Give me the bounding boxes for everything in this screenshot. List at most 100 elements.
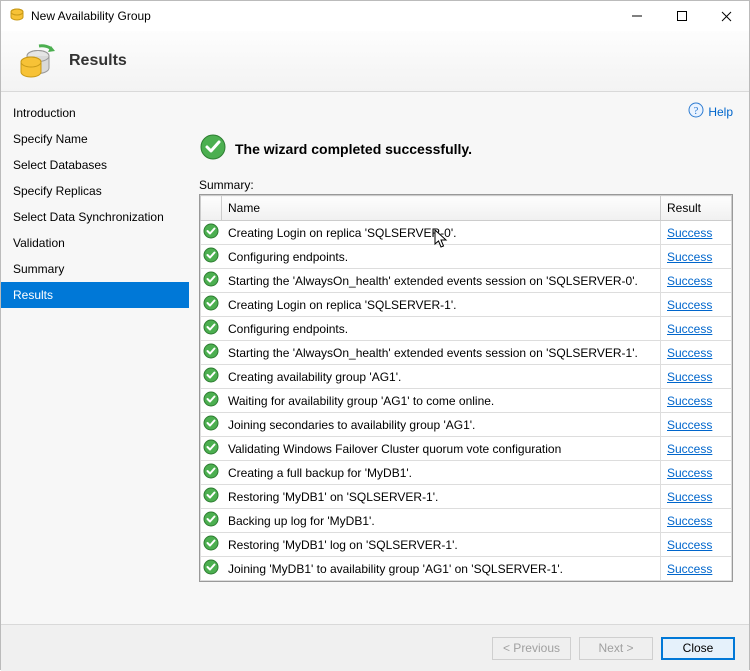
result-link[interactable]: Success [667,466,712,480]
content-panel: ? Help The wizard completed successfully… [189,92,749,624]
table-row[interactable]: Joining secondaries to availability grou… [201,413,732,437]
result-link[interactable]: Success [667,514,712,528]
success-icon [199,133,227,164]
sidebar-item-specify-name[interactable]: Specify Name [1,126,189,152]
table-row[interactable]: Creating availability group 'AG1'. Succes… [201,365,732,389]
check-icon [201,461,222,485]
table-row[interactable]: Backing up log for 'MyDB1'. Success [201,509,732,533]
step-name: Joining secondaries to availability grou… [222,413,661,437]
table-row[interactable]: Joining 'MyDB1' to availability group 'A… [201,557,732,581]
result-link[interactable]: Success [667,442,712,456]
sidebar-item-select-data-synchronization[interactable]: Select Data Synchronization [1,204,189,230]
check-icon [201,533,222,557]
check-icon [201,389,222,413]
table-row[interactable]: Restoring 'MyDB1' log on 'SQLSERVER-1'. S… [201,533,732,557]
sidebar-item-select-databases[interactable]: Select Databases [1,152,189,178]
result-link[interactable]: Success [667,370,712,384]
step-result: Success [661,485,732,509]
result-link[interactable]: Success [667,562,712,576]
step-name: Creating a full backup for 'MyDB1'. [222,461,661,485]
check-icon [201,341,222,365]
check-icon [201,365,222,389]
sidebar-item-validation[interactable]: Validation [1,230,189,256]
step-name: Creating Login on replica 'SQLSERVER-0'. [222,221,661,245]
next-button: Next > [579,637,653,660]
step-result: Success [661,269,732,293]
app-icon [9,7,25,26]
table-row[interactable]: Validating Windows Failover Cluster quor… [201,437,732,461]
step-name: Creating Login on replica 'SQLSERVER-1'. [222,293,661,317]
step-result: Success [661,317,732,341]
result-link[interactable]: Success [667,490,712,504]
table-row[interactable]: Configuring endpoints.Success [201,317,732,341]
sidebar-item-results[interactable]: Results [1,282,189,308]
table-row[interactable]: Configuring endpoints. Success [201,245,732,269]
footer: < Previous Next > Close [1,624,749,671]
step-name: Waiting for availability group 'AG1' to … [222,389,661,413]
check-icon [201,485,222,509]
check-icon [201,317,222,341]
minimize-button[interactable] [614,1,659,31]
table-row[interactable]: Starting the 'AlwaysOn_health' extended … [201,341,732,365]
step-result: Success [661,509,732,533]
table-row[interactable]: Creating a full backup for 'MyDB1'. Succe… [201,461,732,485]
window-controls [614,1,749,31]
step-result: Success [661,389,732,413]
sidebar: IntroductionSpecify NameSelect Databases… [1,92,189,624]
result-link[interactable]: Success [667,538,712,552]
step-name: Joining 'MyDB1' to availability group 'A… [222,557,661,581]
svg-text:?: ? [694,105,699,117]
previous-button: < Previous [492,637,571,660]
step-result: Success [661,461,732,485]
header-band: Results [1,31,749,92]
check-icon [201,413,222,437]
table-row[interactable]: Restoring 'MyDB1' on 'SQLSERVER-1'.Succe… [201,485,732,509]
window-title: New Availability Group [31,9,151,23]
sidebar-item-introduction[interactable]: Introduction [1,100,189,126]
help-icon[interactable]: ? [688,102,704,121]
result-link[interactable]: Success [667,394,712,408]
result-link[interactable]: Success [667,298,712,312]
step-result: Success [661,437,732,461]
wizard-icon [15,40,55,83]
table-row[interactable]: Creating Login on replica 'SQLSERVER-0'.… [201,221,732,245]
step-result: Success [661,293,732,317]
result-link[interactable]: Success [667,226,712,240]
step-result: Success [661,221,732,245]
step-name: Creating availability group 'AG1'. [222,365,661,389]
result-link[interactable]: Success [667,250,712,264]
step-name: Backing up log for 'MyDB1'. [222,509,661,533]
step-result: Success [661,533,732,557]
check-icon [201,293,222,317]
table-row[interactable]: Waiting for availability group 'AG1' to … [201,389,732,413]
table-row[interactable]: Starting the 'AlwaysOn_health' extended … [201,269,732,293]
step-result: Success [661,413,732,437]
maximize-button[interactable] [659,1,704,31]
step-name: Configuring endpoints. [222,245,661,269]
result-link[interactable]: Success [667,322,712,336]
result-link[interactable]: Success [667,346,712,360]
step-result: Success [661,245,732,269]
check-icon [201,269,222,293]
check-icon [201,221,222,245]
col-result[interactable]: Result [661,196,732,221]
step-name: Restoring 'MyDB1' log on 'SQLSERVER-1'. [222,533,661,557]
close-window-button[interactable] [704,1,749,31]
sidebar-item-specify-replicas[interactable]: Specify Replicas [1,178,189,204]
close-button[interactable]: Close [661,637,735,660]
sidebar-item-summary[interactable]: Summary [1,256,189,282]
check-icon [201,245,222,269]
col-icon [201,196,222,221]
step-name: Starting the 'AlwaysOn_health' extended … [222,341,661,365]
step-result: Success [661,365,732,389]
result-link[interactable]: Success [667,418,712,432]
col-name[interactable]: Name [222,196,661,221]
check-icon [201,557,222,581]
results-table: Name Result Creating Login on replica 'S… [199,194,733,582]
step-name: Validating Windows Failover Cluster quor… [222,437,661,461]
result-link[interactable]: Success [667,274,712,288]
help-link[interactable]: Help [708,105,733,119]
step-result: Success [661,341,732,365]
check-icon [201,509,222,533]
table-row[interactable]: Creating Login on replica 'SQLSERVER-1'.… [201,293,732,317]
